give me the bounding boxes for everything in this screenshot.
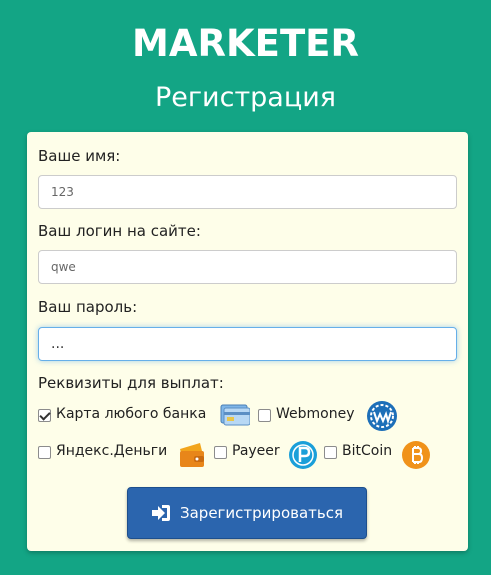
password-input[interactable] (38, 327, 457, 361)
option-label-bank-card: Карта любого банка (56, 406, 207, 422)
brand-title: MARKETER (132, 22, 359, 65)
option-label-webmoney: Webmoney (276, 406, 355, 422)
checkbox-bitcoin[interactable] (324, 446, 337, 459)
login-label: Ваш логин на сайте: (38, 222, 201, 240)
password-label: Ваш пароль: (38, 298, 138, 316)
checkbox-webmoney[interactable] (258, 409, 271, 422)
payeer-icon (289, 441, 317, 469)
payout-label: Реквизиты для выплат: (38, 374, 224, 392)
name-input[interactable] (38, 175, 457, 209)
registration-card: Ваше имя: Ваш логин на сайте: Ваш пароль… (27, 132, 468, 551)
name-label: Ваше имя: (38, 147, 121, 165)
option-label-yandex-money: Яндекс.Деньги (56, 443, 168, 459)
yandex-money-icon (180, 443, 204, 467)
page-title: Регистрация (154, 82, 337, 113)
register-button[interactable]: Зарегистрироваться (127, 487, 367, 539)
login-input[interactable] (38, 250, 457, 284)
option-label-payeer: Payeer (232, 443, 280, 459)
webmoney-icon (367, 401, 397, 431)
checkbox-bank-card[interactable] (38, 409, 51, 422)
register-button-label: Зарегистрироваться (179, 504, 344, 522)
checkbox-payeer[interactable] (214, 446, 227, 459)
bitcoin-icon (402, 441, 430, 469)
option-label-bitcoin: BitCoin (342, 443, 393, 459)
bank-card-icon (220, 404, 250, 426)
sign-in-icon (151, 505, 170, 521)
checkbox-yandex-money[interactable] (38, 446, 51, 459)
